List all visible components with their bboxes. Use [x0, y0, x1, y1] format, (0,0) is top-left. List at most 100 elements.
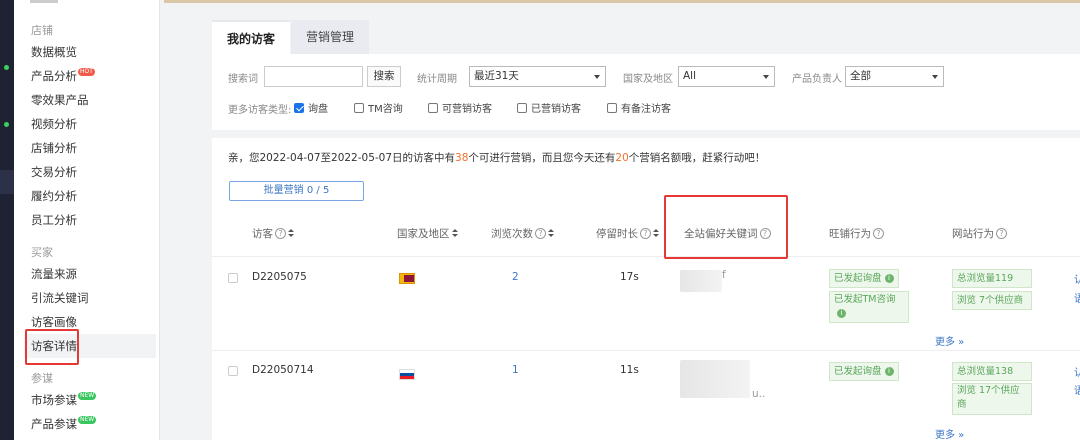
sidebar-item-fulfillment-analysis[interactable]: 履约分析	[31, 188, 77, 204]
site-behavior-tag: 总浏览量119	[952, 269, 1032, 288]
search-label: 搜索词	[228, 74, 258, 85]
checkbox[interactable]	[354, 102, 364, 113]
info-icon: i	[884, 367, 894, 376]
type-checkbox-inquiry[interactable]: 询盘	[294, 100, 328, 115]
sidebar-item-label: 产品参谋	[31, 417, 77, 431]
help-icon[interactable]: ?	[996, 228, 1007, 239]
sidebar-item-staff-analysis[interactable]: 员工分析	[31, 212, 77, 228]
bulk-marketing-button[interactable]: 批量营销 0 / 5	[229, 181, 364, 201]
sort-icon[interactable]	[653, 229, 659, 238]
blurred-keyword	[680, 360, 750, 398]
notice-text: 亲，您2022-04-07至2022-05-07日的访客中有38个可进行营销，而…	[228, 150, 765, 165]
visitor-types-label: 更多访客类型:	[228, 105, 292, 116]
header-visitor[interactable]: 访客?	[252, 226, 294, 241]
header-label: 访客	[252, 228, 273, 240]
tag-label: 已发起TM咨询	[834, 294, 896, 305]
period-select[interactable]: 最近31天	[469, 66, 606, 87]
checkbox-label: 询盘	[308, 104, 328, 115]
sidebar-item-video-analysis[interactable]: 视频分析	[31, 116, 77, 132]
tab-marketing-management[interactable]: 营销管理	[291, 20, 369, 54]
visitor-id: D22050714	[252, 364, 314, 376]
checkbox-checked[interactable]	[294, 102, 304, 113]
sidebar-item-traffic-source[interactable]: 流量来源	[31, 266, 77, 282]
owner-value: 全部	[850, 70, 871, 82]
header-divider	[212, 256, 1080, 257]
chevron-down-icon	[763, 75, 769, 79]
type-checkbox-marketed[interactable]: 已营销访客	[517, 100, 581, 115]
owner-select[interactable]: 全部	[845, 66, 944, 87]
nav-rail	[0, 0, 14, 440]
help-icon[interactable]: ?	[873, 228, 884, 239]
sidebar-item-market-advisor[interactable]: 市场参谋 NEW	[31, 392, 97, 408]
views-count[interactable]: 1	[512, 364, 519, 376]
help-icon[interactable]: ?	[275, 228, 286, 239]
period-value: 最近31天	[474, 70, 519, 82]
header-label: 网站行为	[952, 228, 994, 240]
tag-label: 已发起询盘	[834, 366, 882, 377]
row-action-link[interactable]: 认	[1074, 271, 1080, 286]
sidebar-item-product-analysis[interactable]: 产品分析 HOT	[31, 68, 95, 84]
tab-my-visitors[interactable]: 我的访客	[212, 20, 290, 54]
type-checkbox-marketable[interactable]: 可营销访客	[428, 100, 492, 115]
sort-icon[interactable]	[288, 229, 294, 238]
help-icon[interactable]: ?	[759, 228, 771, 239]
sidebar-item-store-analysis[interactable]: 店铺分析	[31, 140, 77, 156]
header-duration[interactable]: 停留时长?	[596, 226, 659, 241]
notice-part: 亲，您2022-04-07至2022-05-07日的访客中有	[228, 152, 456, 164]
help-icon[interactable]: ?	[640, 228, 651, 239]
sidebar-item-visitor-details[interactable]: 访客详情	[24, 334, 156, 358]
region-select[interactable]: All	[678, 66, 775, 87]
marketable-count: 38	[455, 152, 469, 164]
hot-badge: HOT	[78, 68, 95, 76]
sidebar-item-zero-effect[interactable]: 零效果产品	[31, 92, 89, 108]
sort-icon[interactable]	[548, 229, 554, 238]
search-input[interactable]	[264, 66, 363, 87]
row-action-link[interactable]: 认	[1074, 364, 1080, 379]
help-icon[interactable]: ?	[535, 228, 546, 239]
checkbox[interactable]	[607, 102, 617, 113]
sidebar-top-bar	[30, 0, 58, 3]
region-label: 国家及地区	[623, 74, 673, 85]
shop-behavior-tag: 已发起TM咨询 i	[829, 291, 909, 323]
site-behavior-tag: 浏览 17个供应商	[952, 383, 1032, 415]
status-dot	[4, 65, 9, 70]
row-checkbox[interactable]	[228, 366, 238, 376]
header-region[interactable]: 国家及地区	[397, 226, 458, 241]
keyword-tail: f	[722, 269, 726, 281]
sidebar-item-label: 产品分析	[31, 69, 77, 83]
sidebar-item-product-advisor[interactable]: 产品参谋 NEW	[31, 416, 97, 432]
sidebar-item-traffic-keywords[interactable]: 引流关键词	[31, 290, 89, 306]
flag-slovenia-icon	[399, 369, 415, 380]
visitor-table-panel: 亲，您2022-04-07至2022-05-07日的访客中有38个可进行营销，而…	[212, 138, 1080, 440]
type-checkbox-noted[interactable]: 有备注访客	[607, 100, 671, 115]
status-dot	[4, 122, 9, 127]
period-label: 统计周期	[417, 74, 457, 85]
sidebar-item-overview[interactable]: 数据概览	[31, 44, 77, 60]
sidebar: 店铺 数据概览 产品分析 HOT 零效果产品 视频分析 店铺分析 交易分析 履约分…	[14, 0, 160, 440]
views-count[interactable]: 2	[512, 271, 519, 283]
checkbox-label: TM咨询	[368, 104, 403, 115]
search-button[interactable]: 搜索	[367, 66, 401, 87]
header-label: 浏览次数	[491, 228, 533, 240]
checkbox-label: 有备注访客	[621, 104, 671, 115]
sidebar-item-trade-analysis[interactable]: 交易分析	[31, 164, 77, 180]
row-action-link[interactable]: 语	[1074, 290, 1080, 305]
duration-value: 17s	[620, 271, 639, 283]
header-label: 旺铺行为	[829, 228, 871, 240]
top-strip	[164, 0, 1080, 3]
sidebar-section-buyer: 买家	[31, 246, 53, 259]
row-checkbox[interactable]	[228, 273, 238, 283]
checkbox-label: 已营销访客	[531, 104, 581, 115]
checkbox[interactable]	[517, 102, 527, 113]
type-checkbox-tm[interactable]: TM咨询	[354, 100, 403, 115]
header-keywords: 全站偏好关键词?	[684, 226, 771, 241]
row-action-link[interactable]: 语	[1074, 382, 1080, 397]
row-divider	[212, 350, 1080, 351]
sidebar-item-label: 市场参谋	[31, 393, 77, 407]
checkbox[interactable]	[428, 102, 438, 113]
more-link[interactable]: 更多 »	[935, 426, 964, 440]
more-link[interactable]: 更多 »	[935, 333, 964, 348]
sort-icon[interactable]	[451, 229, 458, 238]
sidebar-item-visitor-profile[interactable]: 访客画像	[31, 314, 77, 330]
header-views[interactable]: 浏览次数?	[491, 226, 554, 241]
